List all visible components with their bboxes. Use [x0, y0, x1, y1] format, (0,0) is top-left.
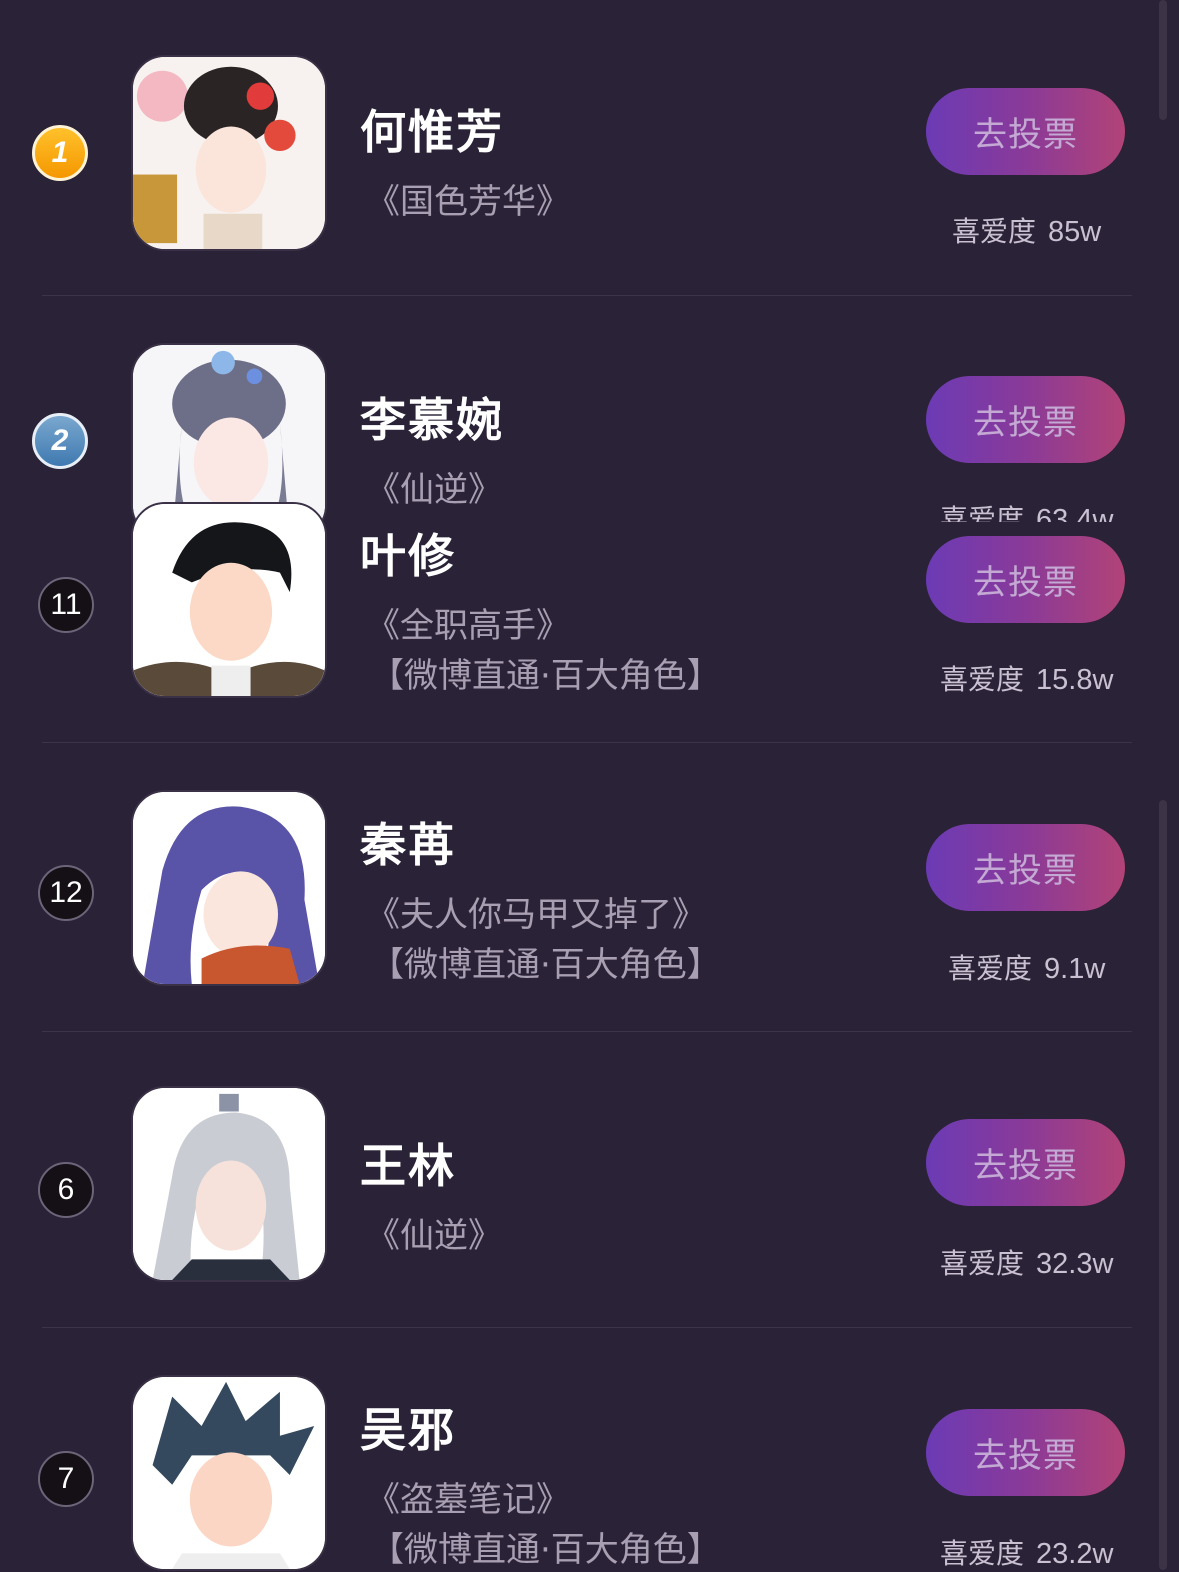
character-ranking-list: 1 何惟芳 《国色芳华》 去投票 喜爱度 85w 2 李慕婉 《仙逆》 去投票 …: [0, 0, 1179, 1572]
rank-badge: 7: [38, 1451, 94, 1507]
work-title: 《全职高手》: [366, 606, 570, 646]
vote-button[interactable]: 去投票: [926, 376, 1125, 463]
list-item[interactable]: 6 王林 《仙逆》 去投票 喜爱度 32.3w: [0, 1032, 1179, 1327]
character-name: 王林: [360, 1139, 456, 1193]
character-portrait-icon: [133, 57, 325, 249]
work-title: 《盗墓笔记》: [366, 1480, 570, 1520]
list-item[interactable]: 2 李慕婉 《仙逆》 去投票 喜爱度 63.4w: [0, 296, 1179, 522]
character-name: 何惟芳: [360, 105, 504, 159]
vote-button[interactable]: 去投票: [926, 824, 1125, 911]
list-item[interactable]: 12 秦苒 《夫人你马甲又掉了》 【微博直通·百大角色】 去投票 喜爱度 9.1w: [0, 743, 1179, 1031]
popularity: 喜爱度 85w: [952, 215, 1102, 248]
popularity: 喜爱度 9.1w: [948, 952, 1106, 985]
badge-tag: 【微博直通·百大角色】: [370, 945, 721, 985]
list-item[interactable]: 7 吴邪 《盗墓笔记》 【微博直通·百大角色】 去投票 喜爱度 23.2w: [0, 1328, 1179, 1572]
character-portrait-icon: [133, 345, 325, 522]
avatar[interactable]: [131, 790, 327, 986]
work-title: 《仙逆》: [366, 1216, 502, 1256]
character-name: 吴邪: [360, 1403, 456, 1457]
avatar[interactable]: [131, 1375, 327, 1571]
badge-tag: 【微博直通·百大角色】: [370, 1530, 721, 1570]
scrollbar[interactable]: [1159, 800, 1167, 1570]
list-item[interactable]: 1 何惟芳 《国色芳华》 去投票 喜爱度 85w: [0, 0, 1179, 296]
avatar[interactable]: [131, 502, 327, 698]
rank-badge: 6: [38, 1162, 94, 1218]
badge-tag: 【微博直通·百大角色】: [370, 656, 721, 696]
character-portrait-icon: [133, 1377, 325, 1569]
character-portrait-icon: [133, 792, 325, 984]
rank-badge: 1: [32, 125, 88, 181]
work-title: 《仙逆》: [366, 470, 502, 510]
rank-badge: 2: [32, 413, 88, 469]
vote-button[interactable]: 去投票: [926, 1409, 1125, 1496]
scrollbar[interactable]: [1159, 0, 1167, 120]
character-portrait-icon: [133, 504, 325, 696]
list-item[interactable]: 11 叶修 《全职高手》 【微博直通·百大角色】 去投票 喜爱度 15.8w: [0, 502, 1179, 742]
vote-button[interactable]: 去投票: [926, 536, 1125, 623]
rank-badge: 12: [38, 865, 94, 921]
character-name: 李慕婉: [360, 393, 504, 447]
work-title: 《国色芳华》: [366, 182, 570, 222]
avatar[interactable]: [131, 343, 327, 522]
popularity: 喜爱度 23.2w: [940, 1537, 1114, 1570]
avatar[interactable]: [131, 1086, 327, 1282]
popularity: 喜爱度 32.3w: [940, 1247, 1114, 1280]
vote-button[interactable]: 去投票: [926, 88, 1125, 175]
character-name: 叶修: [360, 529, 456, 583]
character-portrait-icon: [133, 1088, 325, 1280]
rank-badge: 11: [38, 577, 94, 633]
avatar[interactable]: [131, 55, 327, 251]
work-title: 《夫人你马甲又掉了》: [366, 895, 706, 935]
popularity: 喜爱度 15.8w: [940, 663, 1114, 696]
character-name: 秦苒: [360, 818, 456, 872]
vote-button[interactable]: 去投票: [926, 1119, 1125, 1206]
